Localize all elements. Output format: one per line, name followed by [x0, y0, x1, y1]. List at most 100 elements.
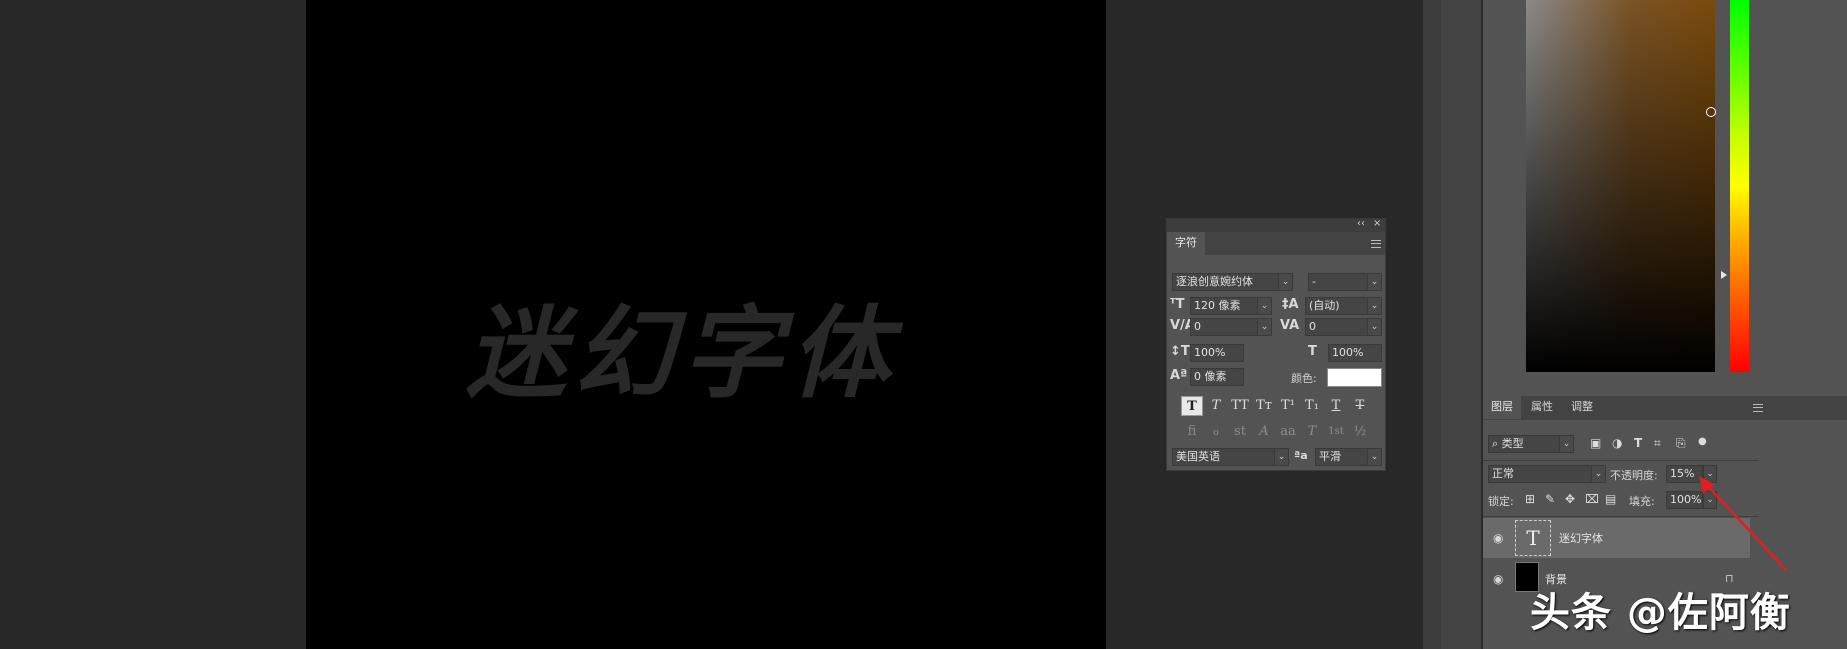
separator: [1483, 460, 1758, 461]
saturation-brightness-field[interactable]: [1526, 0, 1715, 372]
font-style-select[interactable]: - ⌄: [1308, 273, 1382, 291]
opacity-value: 15%: [1670, 467, 1695, 480]
lock-position-icon[interactable]: ✥: [1565, 492, 1575, 506]
discretionary-ligatures-button[interactable]: st: [1229, 422, 1251, 442]
document-canvas[interactable]: 迷幻字体: [306, 0, 1106, 649]
lock-transparency-icon[interactable]: ⊞: [1525, 492, 1535, 506]
collapsed-panel-strip[interactable]: [1441, 0, 1481, 649]
lock-all-icon[interactable]: ▤: [1605, 492, 1616, 506]
tracking-value: 0: [1309, 320, 1316, 333]
kerning-value: 0: [1194, 320, 1201, 333]
fractions-button[interactable]: ½: [1349, 422, 1371, 442]
font-size-icon: ᵀT: [1170, 297, 1185, 312]
opacity-field[interactable]: 15%: [1666, 465, 1703, 483]
horizontal-scale-field[interactable]: 100%: [1328, 344, 1382, 362]
shape-filter-icon[interactable]: ⌗: [1654, 436, 1661, 451]
filter-icons-row: ▣ ◑ T ⌗ ⎘ ●: [1588, 436, 1748, 452]
color-picker-handle[interactable]: [1706, 107, 1716, 117]
underline-button[interactable]: T: [1325, 396, 1347, 416]
type-filter-icon[interactable]: T: [1634, 436, 1642, 450]
stylistic-alternates-button[interactable]: aa: [1277, 422, 1299, 442]
layers-tabbar: 图层 属性 调整: [1483, 396, 1847, 420]
filter-toggle-icon[interactable]: ●: [1698, 436, 1707, 447]
antialias-icon: ªa: [1294, 449, 1308, 462]
text-color-swatch[interactable]: [1327, 368, 1382, 387]
fill-label: 填充:: [1629, 495, 1655, 508]
swash-button[interactable]: A: [1253, 422, 1275, 442]
panel-title-bar[interactable]: ‹‹ ×: [1167, 218, 1385, 232]
blend-mode-select[interactable]: 正常 ⌄: [1488, 465, 1606, 483]
layer-name[interactable]: 迷幻字体: [1559, 530, 1603, 546]
all-caps-button[interactable]: TT: [1229, 396, 1251, 416]
lock-icons-row: ⊞ ✎ ✥ ⌧ ▤: [1525, 492, 1625, 508]
font-size-field[interactable]: 120 像素 ⌄: [1190, 297, 1272, 315]
strikethrough-button[interactable]: T: [1349, 396, 1371, 416]
baseline-shift-value: 0 像素: [1194, 370, 1227, 383]
image-filter-icon[interactable]: ▣: [1590, 436, 1601, 450]
tab-adjustments[interactable]: 调整: [1563, 396, 1601, 419]
fill-dropdown[interactable]: ⌄: [1703, 491, 1717, 509]
chevron-down-icon: ⌄: [1274, 449, 1288, 465]
layer-filter-select[interactable]: ⌕ 类型 ⌄: [1488, 435, 1574, 453]
hue-slider-marker[interactable]: [1721, 271, 1727, 279]
chevron-down-icon: ⌄: [1591, 466, 1605, 482]
opacity-label: 不透明度:: [1610, 469, 1658, 482]
titling-alternates-button[interactable]: T: [1301, 422, 1323, 442]
character-panel: ‹‹ × 字符 逐浪创意婉约体 ⌄ - ⌄ ᵀT 120 像素 ⌄ ‡A (自动…: [1166, 218, 1386, 471]
faux-bold-button[interactable]: T: [1181, 396, 1203, 416]
vertical-scale-icon: ↕T: [1170, 344, 1190, 359]
panel-menu-icon[interactable]: [1753, 404, 1763, 412]
watermark: 头条 @佐阿衡: [1530, 590, 1791, 636]
color-label: 颜色:: [1291, 372, 1317, 385]
opacity-dropdown[interactable]: ⌄: [1703, 465, 1717, 483]
layer-row-text[interactable]: ◉ T 迷幻字体: [1483, 518, 1750, 558]
tab-character[interactable]: 字符: [1167, 232, 1205, 255]
kerning-field[interactable]: 0 ⌄: [1190, 318, 1272, 336]
ordinals-button[interactable]: 1st: [1325, 422, 1347, 442]
leading-value: (自动): [1309, 299, 1340, 312]
chevron-down-icon: ⌄: [1704, 492, 1716, 508]
leading-field[interactable]: (自动) ⌄: [1305, 297, 1382, 315]
panel-menu-icon[interactable]: [1371, 240, 1381, 248]
baseline-shift-field[interactable]: 0 像素: [1190, 368, 1244, 386]
ligatures-button[interactable]: fi: [1181, 422, 1203, 442]
font-family-select[interactable]: 逐浪创意婉约体 ⌄: [1172, 273, 1293, 291]
horizontal-scale-value: 100%: [1332, 346, 1364, 359]
lock-label: 锁定:: [1488, 495, 1514, 508]
tracking-field[interactable]: 0 ⌄: [1305, 318, 1382, 336]
lock-artboard-icon[interactable]: ⌧: [1585, 492, 1599, 506]
collapse-icon[interactable]: ‹‹: [1357, 218, 1365, 229]
search-icon: ⌕: [1492, 437, 1502, 450]
fill-field[interactable]: 100%: [1666, 491, 1703, 509]
eye-icon[interactable]: ◉: [1493, 572, 1503, 586]
smart-object-filter-icon[interactable]: ⎘: [1676, 436, 1686, 451]
vertical-scale-field[interactable]: 100%: [1190, 344, 1244, 362]
tab-layers[interactable]: 图层: [1483, 396, 1521, 419]
font-family-value: 逐浪创意婉约体: [1176, 275, 1253, 288]
subscript-button[interactable]: T₁: [1301, 396, 1323, 416]
chevron-down-icon: ⌄: [1704, 466, 1716, 482]
language-select[interactable]: 美国英语 ⌄: [1172, 448, 1289, 466]
chevron-down-icon: ⌄: [1367, 449, 1381, 465]
font-size-value: 120 像素: [1194, 299, 1241, 312]
chevron-down-icon: ⌄: [1367, 274, 1381, 290]
text-layer-thumbnail: T: [1515, 520, 1551, 556]
lock-pixels-icon[interactable]: ✎: [1545, 492, 1555, 506]
tab-properties[interactable]: 属性: [1523, 396, 1561, 419]
leading-icon: ‡A: [1282, 297, 1299, 312]
chevron-down-icon: ⌄: [1278, 274, 1292, 290]
adjustment-filter-icon[interactable]: ◑: [1612, 436, 1622, 450]
close-icon[interactable]: ×: [1373, 218, 1381, 229]
baseline-shift-icon: Aª: [1170, 368, 1188, 383]
font-style-value: -: [1312, 275, 1316, 288]
small-caps-button[interactable]: Tт: [1253, 396, 1275, 416]
filter-kind-value: 类型: [1501, 437, 1524, 450]
hue-slider[interactable]: [1730, 0, 1749, 372]
old-style-button[interactable]: ℴ: [1205, 422, 1227, 442]
canvas-text-layer[interactable]: 迷幻字体: [466, 272, 898, 417]
antialias-select[interactable]: 平滑 ⌄: [1315, 448, 1382, 466]
superscript-button[interactable]: T¹: [1277, 396, 1299, 416]
dock-divider[interactable]: [1423, 0, 1441, 649]
faux-italic-button[interactable]: T: [1205, 396, 1227, 416]
eye-icon[interactable]: ◉: [1493, 531, 1503, 545]
